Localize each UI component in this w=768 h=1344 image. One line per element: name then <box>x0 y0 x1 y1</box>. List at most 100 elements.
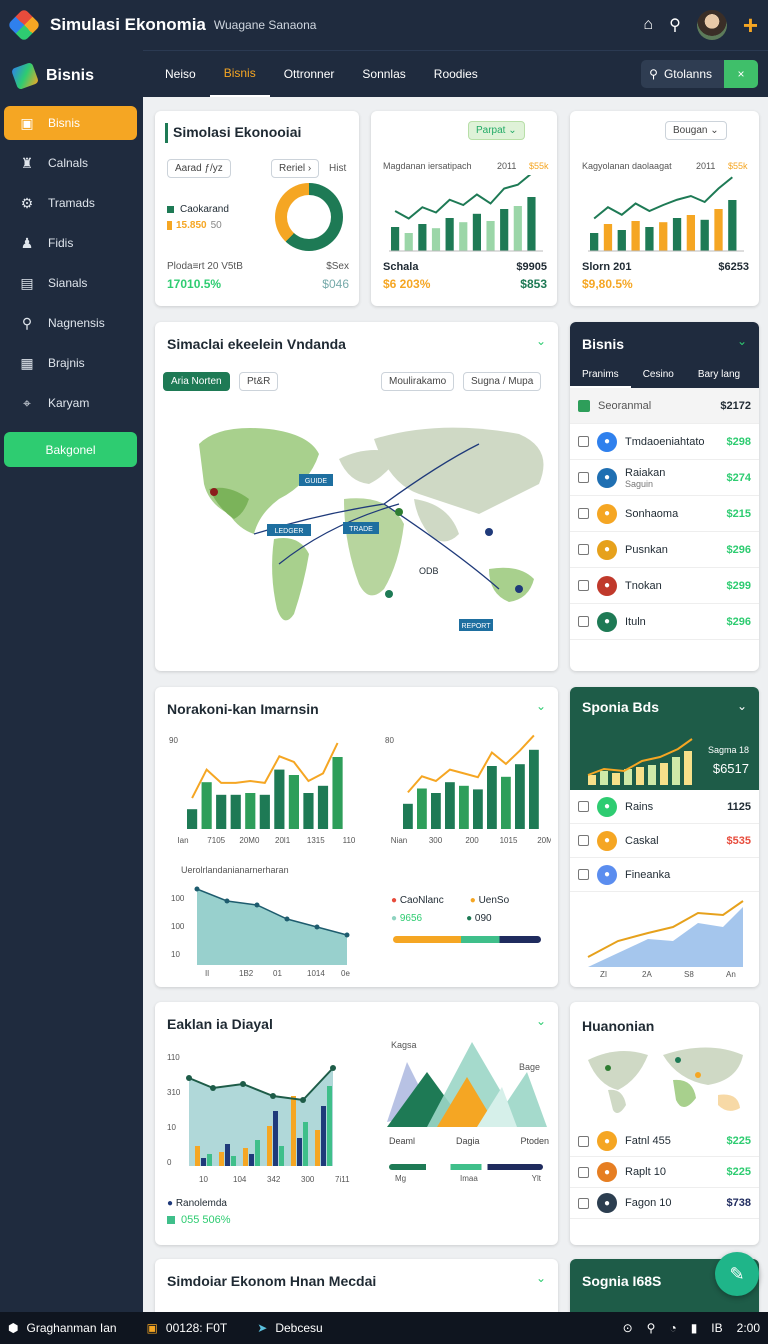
bar <box>728 200 737 251</box>
avatar[interactable] <box>696 10 727 40</box>
list-item[interactable]: ● Caskal $535 <box>570 824 759 858</box>
map-region-pill[interactable]: Aria Norten <box>163 372 230 391</box>
tab-neiso[interactable]: Neiso <box>151 51 210 98</box>
sidebar-item-sianals[interactable]: ▤ Sianals <box>4 266 137 300</box>
list-item[interactable]: ● Raiakan Saguin $274 <box>570 460 759 496</box>
search-icon[interactable]: ⚲ <box>669 15 681 35</box>
list-item[interactable]: ● Ituln $296 <box>570 604 759 640</box>
checkbox[interactable] <box>578 1166 589 1178</box>
tab-ottronner[interactable]: Ottronner <box>270 51 349 98</box>
tab-sonnlas[interactable]: Sonnlas <box>348 51 419 98</box>
map-tag[interactable]: GUIDE <box>299 474 333 486</box>
list-item[interactable]: ● Raplt 10 $225 <box>570 1157 759 1188</box>
sidebar-item-fidis[interactable]: ♟ Fidis <box>4 226 137 260</box>
data-point <box>186 1075 192 1081</box>
bar <box>249 1154 254 1166</box>
chevron-down-icon[interactable]: ⌄ <box>737 334 747 348</box>
checkbox[interactable] <box>578 835 589 846</box>
sidebar-item-brajnis[interactable]: ▦ Brajnis <box>4 346 137 380</box>
sidebar-brand[interactable]: Bisnis <box>0 50 143 102</box>
list-item[interactable]: ● Rains 1125 <box>570 790 759 824</box>
data-point <box>224 898 230 904</box>
checkbox[interactable] <box>578 580 589 591</box>
list-item[interactable]: ● Fineanka <box>570 858 759 892</box>
bar <box>660 763 668 785</box>
sidebar-item-karyam[interactable]: ⌖ Karyam <box>4 386 137 420</box>
map-mode-pill[interactable]: Moulirakamo <box>381 372 455 391</box>
svg-text:REPORT: REPORT <box>461 623 491 630</box>
home-icon[interactable]: ⌂ <box>643 16 653 34</box>
checkbox[interactable] <box>578 472 589 483</box>
checkbox[interactable] <box>578 436 589 447</box>
checkbox[interactable] <box>578 1135 589 1147</box>
battery-icon[interactable]: ▮ <box>691 1321 698 1335</box>
status-item-1[interactable]: Graghanman Ian <box>26 1321 116 1335</box>
map-tag[interactable]: LEDGER <box>267 524 311 536</box>
map-view-pill[interactable]: Sugna / Mupa <box>463 372 542 391</box>
tab-bisnis[interactable]: Bisnis <box>209 51 270 98</box>
chevron-down-icon[interactable]: ⌄ <box>536 1271 546 1285</box>
business-tab-cesino[interactable]: Cesino <box>631 363 686 388</box>
top-bar: Simulasi Ekonomia Wuagane Sanaona ⌂ ⚲ + <box>0 0 768 50</box>
x-tick: S8 <box>684 970 694 979</box>
chevron-down-icon[interactable]: ⌄ <box>536 1014 546 1028</box>
business-tab-pranims[interactable]: Pranims <box>570 363 631 388</box>
checkbox[interactable] <box>578 544 589 555</box>
list-item[interactable]: ● Tmdaoeniahtato $298 <box>570 424 759 460</box>
item-amount: 1125 <box>727 800 751 813</box>
checkbox[interactable] <box>578 616 589 627</box>
status-item-2[interactable]: 00128: F0T <box>166 1321 227 1335</box>
trend-b-foot-right: $6253 <box>718 261 749 273</box>
trend-a-pill[interactable]: Parpat ⌄ <box>468 121 525 140</box>
chevron-down-icon[interactable]: ⌄ <box>737 699 747 713</box>
item-amount: $298 <box>726 435 751 448</box>
status-item-3[interactable]: Debcesu <box>275 1321 322 1335</box>
tab-roodies[interactable]: Roodies <box>420 51 492 98</box>
business-tab-bary[interactable]: Bary lang <box>686 363 752 388</box>
analysis-title: Norakoni-kan Imarnsin <box>167 701 319 717</box>
sidebar-action-button[interactable]: Bakgonel <box>4 432 137 467</box>
list-item[interactable]: ● Fagon 10 $738 <box>570 1188 759 1219</box>
chevron-down-icon[interactable]: ⌄ <box>536 699 546 713</box>
business-header-row[interactable]: Seoranmal $2172 <box>570 388 759 424</box>
add-icon[interactable]: + <box>743 12 758 38</box>
summary-range-pill[interactable]: Reriel › <box>271 159 320 178</box>
bar <box>201 1158 206 1166</box>
bar <box>403 803 413 829</box>
sidebar-item-tramads[interactable]: ⚙ Tramads <box>4 186 137 220</box>
chevron-down-icon: ⌄ <box>508 125 517 136</box>
x-tick: 0e <box>341 969 350 978</box>
trend-a-pill-label: Parpat <box>476 125 506 136</box>
pin-icon[interactable]: ⚲ <box>647 1321 656 1335</box>
checkbox[interactable] <box>578 801 589 812</box>
settings-icon[interactable]: ⊙ <box>623 1321 633 1335</box>
list-item[interactable]: ● Pusnkan $296 <box>570 532 759 568</box>
app-switch-icon[interactable]: ⬢ <box>8 1321 18 1335</box>
search-go-button[interactable]: × <box>724 60 758 88</box>
area <box>588 907 743 967</box>
trend-b-pill[interactable]: Bougan ⌄ <box>665 121 727 140</box>
checkbox[interactable] <box>578 1197 589 1209</box>
bar <box>201 782 212 829</box>
checkbox[interactable] <box>578 508 589 519</box>
map-tag[interactable]: TRADE <box>343 522 379 534</box>
sidebar-item-bisnis[interactable]: ▣ Bisnis <box>4 106 137 140</box>
map-filter-pill[interactable]: Pt&R <box>239 372 279 391</box>
data-point <box>194 886 200 892</box>
item-icon: ● <box>597 431 617 452</box>
list-item[interactable]: ● Sonhaoma $215 <box>570 496 759 532</box>
area <box>197 889 347 965</box>
checkbox[interactable] <box>578 869 589 880</box>
summary-filter-pill[interactable]: Aarad ƒ/yz <box>167 159 231 178</box>
bar <box>486 221 495 251</box>
chevron-down-icon[interactable]: ⌄ <box>536 334 546 348</box>
sidebar-item-nagnensis[interactable]: ⚲ Nagnensis <box>4 306 137 340</box>
edit-fab-button[interactable]: ✎ <box>715 1252 759 1296</box>
map-tag[interactable]: REPORT <box>459 619 493 631</box>
list-item[interactable]: ● Tnokan $299 <box>570 568 759 604</box>
search-box[interactable]: ⚲ Gtolanns × <box>641 60 758 88</box>
briefcase-icon: ▣ <box>20 114 34 131</box>
wifi-icon[interactable]: ◔ <box>669 1321 676 1335</box>
list-item[interactable]: ● Fatnl 455 $225 <box>570 1126 759 1157</box>
sidebar-item-calnals[interactable]: ♜ Calnals <box>4 146 137 180</box>
